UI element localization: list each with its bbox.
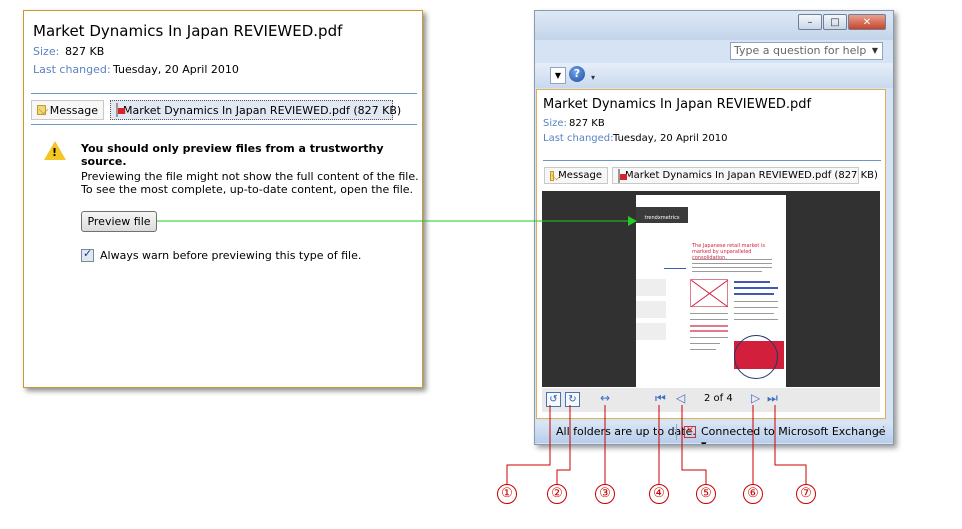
green-pointer-arrowhead (628, 216, 637, 226)
callout-5: ⑤ (696, 484, 716, 504)
callout-1: ① (497, 484, 517, 504)
callout-overlay (157, 216, 807, 484)
callout-6: ⑥ (743, 484, 763, 504)
callout-3: ③ (595, 484, 615, 504)
callout-leader-lines (506, 405, 807, 484)
callout-2: ② (547, 484, 567, 504)
callout-4: ④ (649, 484, 669, 504)
callout-7: ⑦ (796, 484, 816, 504)
